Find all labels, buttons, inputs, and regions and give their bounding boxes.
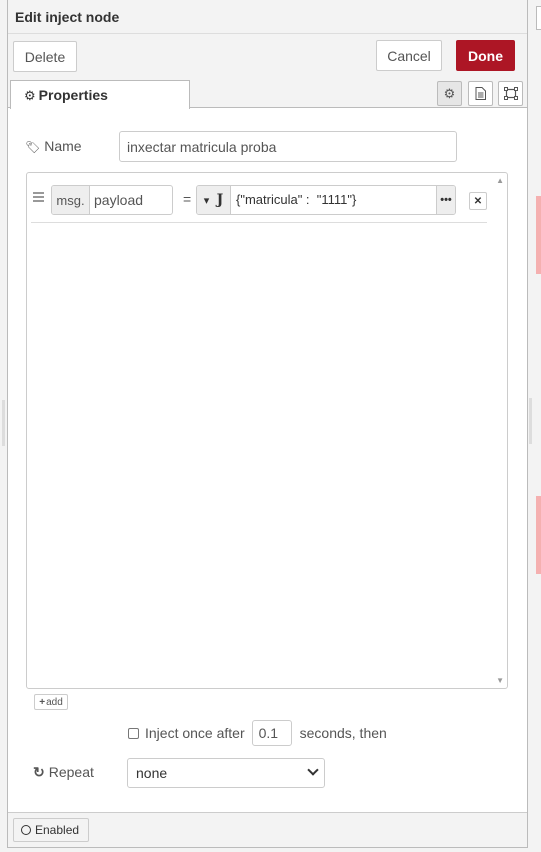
repeat-label: ↻ Repeat bbox=[33, 764, 94, 781]
done-button[interactable]: Done bbox=[456, 40, 515, 71]
value-input[interactable]: ▾ J {"matricula" : "1111"} ••• bbox=[196, 185, 456, 215]
repeat-select-value: none bbox=[136, 765, 168, 781]
name-label-text: Name bbox=[44, 138, 82, 154]
plus-icon: + bbox=[39, 696, 46, 708]
add-label: add bbox=[46, 696, 63, 708]
seconds-label: seconds, then bbox=[299, 725, 387, 741]
resize-handle-right[interactable] bbox=[529, 398, 532, 444]
value-text[interactable]: {"matricula" : "1111"} bbox=[236, 192, 356, 207]
close-icon[interactable]: ✕ bbox=[469, 192, 487, 210]
app-window: Edit inject node Delete Cancel Done ⚙ Pro… bbox=[0, 0, 541, 852]
delete-button[interactable]: Delete bbox=[13, 41, 77, 72]
repeat-select[interactable]: none bbox=[127, 758, 325, 788]
tab-label: Properties bbox=[38, 87, 108, 103]
appearance-tab-button[interactable] bbox=[498, 81, 523, 106]
name-input[interactable] bbox=[119, 131, 457, 162]
tab-properties[interactable]: ⚙ Properties bbox=[10, 80, 190, 109]
tag-icon: 🏷 bbox=[25, 140, 41, 154]
property-input[interactable]: msg. payload bbox=[51, 185, 173, 215]
inject-once-checkbox[interactable] bbox=[128, 727, 139, 739]
node-highlight bbox=[536, 196, 541, 274]
chevron-down-icon bbox=[307, 764, 319, 776]
document-icon bbox=[475, 87, 486, 100]
scroll-down-icon[interactable]: ▼ bbox=[496, 676, 504, 685]
repeat-icon: ↻ bbox=[33, 764, 45, 780]
gear-icon: ⚙ bbox=[24, 88, 36, 103]
edit-tray: Edit inject node Delete Cancel Done ⚙ Pro… bbox=[7, 0, 528, 848]
tray-toolbar: Delete Cancel Done bbox=[8, 34, 527, 78]
appearance-icon bbox=[503, 87, 518, 100]
circle-icon bbox=[21, 825, 31, 835]
inject-delay-input[interactable]: 0.1 bbox=[251, 720, 292, 746]
tab-bar: ⚙ Properties ⚙ bbox=[8, 78, 527, 109]
cancel-button[interactable]: Cancel bbox=[376, 40, 442, 71]
equals-sign: = bbox=[183, 191, 192, 207]
description-tab-button[interactable] bbox=[468, 81, 493, 106]
property-name[interactable]: payload bbox=[94, 192, 143, 208]
gear-icon: ⚙ bbox=[443, 85, 456, 101]
resize-handle-left[interactable] bbox=[2, 400, 5, 446]
add-button[interactable]: + add bbox=[34, 694, 68, 710]
caret-down-icon: ▾ bbox=[203, 194, 210, 207]
list-item: msg. payload = ▾ J {"matricula" : "1111"… bbox=[31, 176, 487, 223]
inject-once-label: Inject once after bbox=[145, 725, 245, 741]
scroll-up-icon[interactable]: ▲ bbox=[496, 176, 504, 185]
type-select[interactable]: ▾ J bbox=[197, 186, 231, 214]
inject-once-row: Inject once after 0.1 seconds, then bbox=[128, 720, 387, 746]
json-icon: J bbox=[216, 192, 224, 208]
drag-handle-icon[interactable] bbox=[33, 192, 44, 204]
tray-header: Edit inject node bbox=[8, 0, 527, 34]
tray-footer: Enabled bbox=[8, 812, 527, 847]
node-highlight bbox=[536, 496, 541, 574]
settings-tab-button[interactable]: ⚙ bbox=[437, 81, 462, 106]
repeat-label-text: Repeat bbox=[48, 764, 94, 780]
msg-prefix[interactable]: msg. bbox=[52, 186, 90, 214]
property-list[interactable]: ▲ msg. payload = ▾ J {"matricula" : "111… bbox=[26, 172, 508, 689]
enabled-toggle[interactable]: Enabled bbox=[13, 818, 89, 842]
page-title: Edit inject node bbox=[15, 9, 120, 25]
name-label: 🏷 Name bbox=[25, 138, 82, 154]
workspace-tab bbox=[536, 6, 541, 30]
enabled-label: Enabled bbox=[35, 823, 80, 837]
ellipsis-icon[interactable]: ••• bbox=[436, 186, 455, 214]
